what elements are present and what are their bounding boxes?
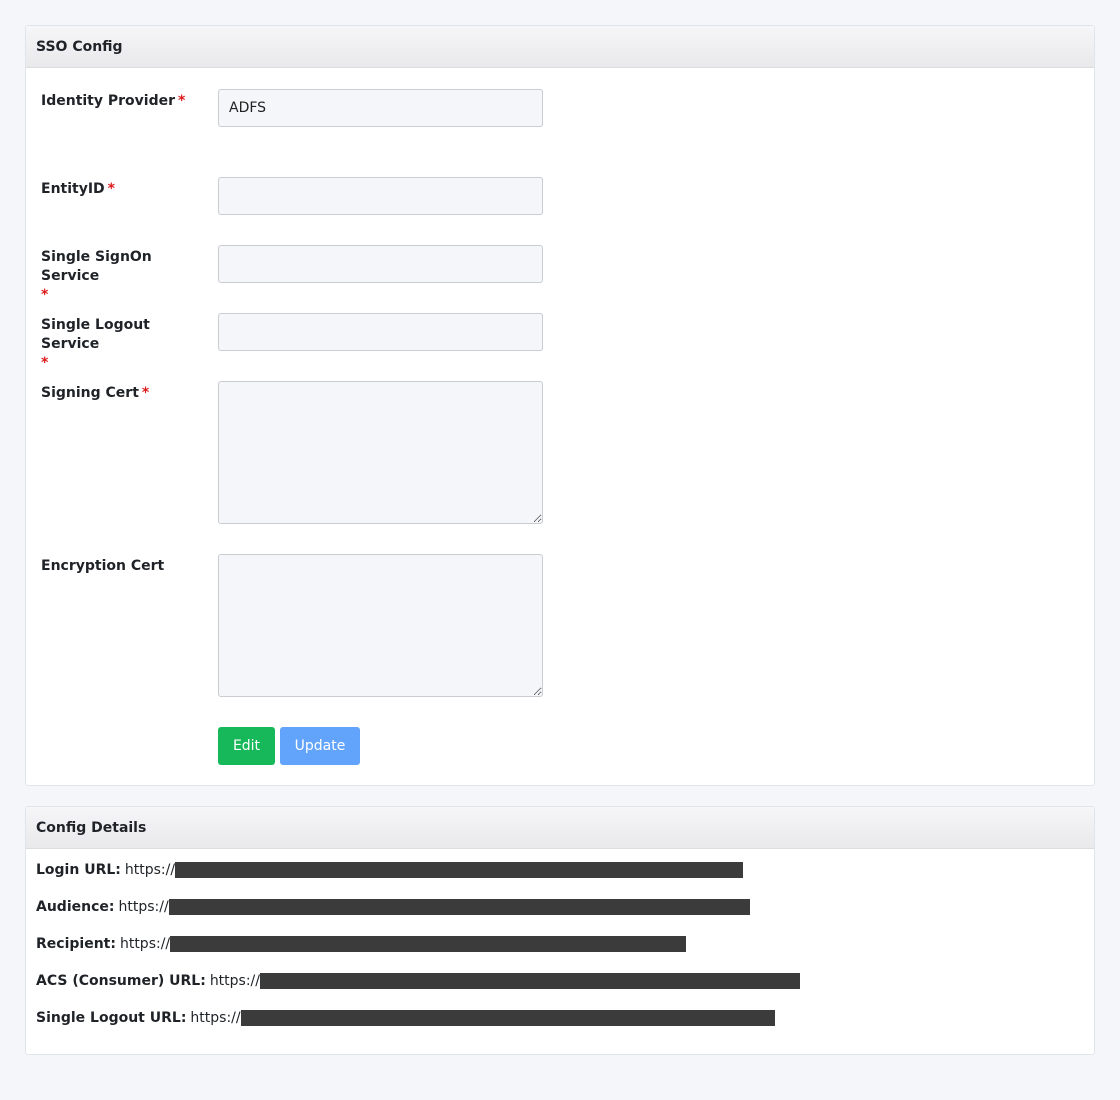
login-url-value: https:// (124, 862, 176, 878)
login-url-label: Login URL: (36, 862, 121, 878)
entity-id-label: EntityID * (41, 180, 201, 199)
entity-id-label-text: EntityID (41, 181, 105, 197)
audience-label: Audience: (36, 899, 115, 915)
single-signon-label: Single SignOn Service * (41, 248, 201, 305)
required-mark: * (41, 287, 49, 303)
config-details-header: Config Details (26, 807, 1094, 849)
audience-row: Audience: https:// (36, 898, 750, 916)
config-details-panel: Config Details Login URL: https:// Audie… (25, 806, 1095, 1055)
signing-cert-label-text: Signing Cert (41, 385, 139, 401)
redacted-block (240, 1010, 775, 1026)
encryption-cert-textarea[interactable] (218, 554, 543, 697)
single-logout-label: Single Logout Service * (41, 316, 201, 373)
required-mark: * (178, 93, 186, 109)
login-url-row: Login URL: https:// (36, 861, 744, 879)
identity-provider-input[interactable] (218, 89, 543, 127)
required-mark: * (41, 355, 49, 371)
acs-url-row: ACS (Consumer) URL: https:// (36, 972, 800, 990)
single-signon-label-text: Single SignOn Service (41, 249, 152, 284)
update-button[interactable]: Update (280, 727, 360, 765)
acs-url-label: ACS (Consumer) URL: (36, 973, 206, 989)
redacted-block (260, 973, 800, 989)
recipient-value: https:// (119, 936, 171, 952)
redacted-block (175, 862, 744, 878)
identity-provider-label: Identity Provider * (41, 92, 201, 111)
edit-button[interactable]: Edit (218, 727, 275, 765)
signing-cert-textarea[interactable] (218, 381, 543, 524)
sso-config-header: SSO Config (26, 26, 1094, 68)
required-mark: * (141, 385, 150, 401)
acs-url-value: https:// (209, 973, 260, 989)
single-logout-label-text: Single Logout Service (41, 317, 150, 352)
config-details-title: Config Details (36, 819, 147, 836)
recipient-row: Recipient: https:// (36, 935, 687, 953)
single-logout-url-label: Single Logout URL: (36, 1010, 187, 1026)
sso-config-panel: SSO Config Identity Provider* EntityID* … (25, 25, 1095, 786)
single-logout-input[interactable] (218, 313, 543, 351)
required-mark: * (107, 181, 115, 197)
single-logout-url-row: Single Logout URL: https:// (36, 1009, 775, 1027)
encryption-cert-label-text: Encryption Cert (41, 558, 165, 574)
entity-id-input[interactable] (218, 177, 543, 215)
sso-config-title: SSO Config (36, 38, 123, 55)
recipient-label: Recipient: (36, 936, 116, 952)
audience-value: https:// (118, 899, 169, 915)
redacted-block (168, 899, 750, 915)
signing-cert-label: Signing Cert * (41, 384, 201, 403)
single-logout-url-value: https:// (190, 1010, 241, 1026)
single-signon-input[interactable] (218, 245, 543, 283)
encryption-cert-label: Encryption Cert (41, 557, 201, 576)
redacted-block (170, 936, 687, 952)
identity-provider-label-text: Identity Provider (41, 93, 176, 109)
